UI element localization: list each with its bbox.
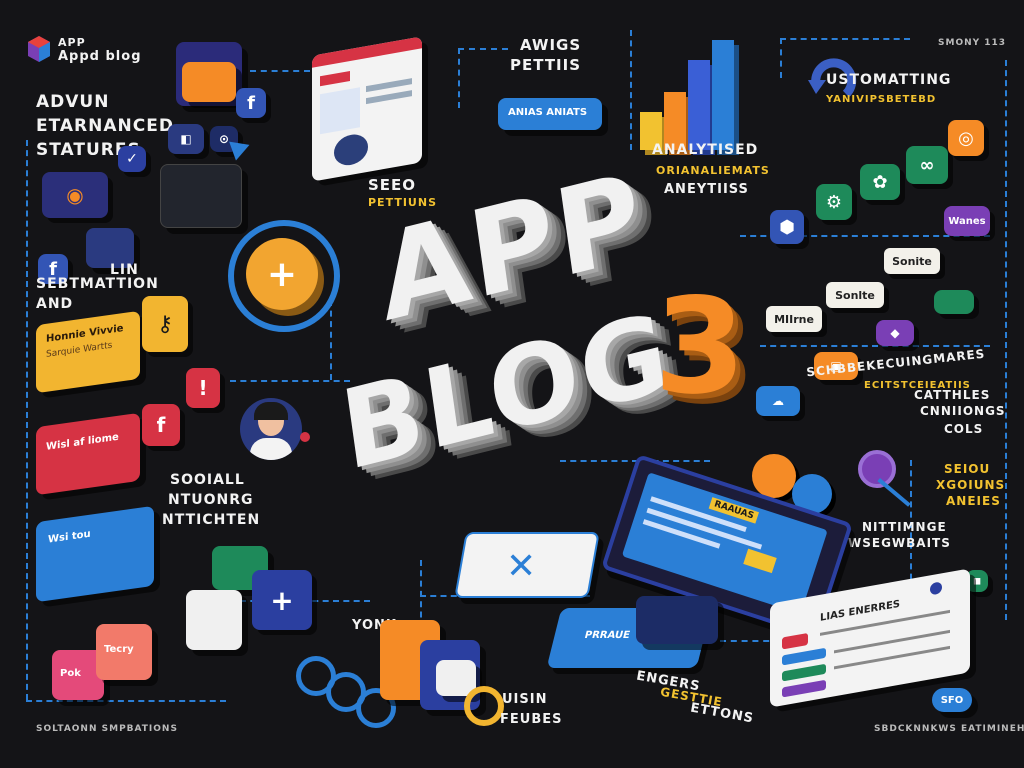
analy-sub2-label: ANEYTIISS <box>664 182 749 197</box>
ring-icon <box>464 686 504 726</box>
seeo-label: SEEO <box>368 176 417 194</box>
wallet-back <box>636 596 718 644</box>
bottom-left-caption: SOLTAONN SMPBATIONS <box>36 724 178 734</box>
pointer-icon <box>229 135 253 161</box>
seiou-sub-label: XGOIUNS <box>936 478 1006 492</box>
connector-line <box>630 30 632 150</box>
nitt-label: NITTIMNGE <box>862 520 947 534</box>
seiou-label: SEIOU <box>944 462 991 476</box>
capth-label: CATTHLES <box>914 388 991 402</box>
awigs-label: AWIGS <box>520 36 582 54</box>
social-sub2-label: NTTICHTEN <box>162 512 261 528</box>
red-post-card[interactable]: Wisl af liome <box>36 412 140 496</box>
social-label: SOOIALL <box>170 472 245 488</box>
dark-screen-panel <box>160 164 242 228</box>
chip-1[interactable]: MIIrne <box>766 306 822 332</box>
orange-card-face[interactable] <box>182 62 236 102</box>
orange-tile-icon[interactable]: ◎ <box>948 120 984 156</box>
camera-icon[interactable]: ✿ <box>860 164 900 200</box>
small-panel-icon[interactable]: ◧ <box>168 124 204 154</box>
awigs-tab-label: ANIAS ANIATS <box>508 107 588 118</box>
hero-digit: 3 <box>654 270 746 424</box>
sfo-badge[interactable]: SFO <box>932 688 972 712</box>
gear-icon[interactable]: ⚙ <box>816 184 852 220</box>
analy-sub-label: ORIANALIEMATS <box>656 164 770 177</box>
pink-tag-right[interactable]: Tecry <box>96 624 152 680</box>
analy-label: ANALYTISED <box>652 142 759 158</box>
brand-logo-icon <box>28 36 50 62</box>
notification-dot <box>300 432 310 442</box>
usin-sub-label: FEUBES <box>500 712 563 727</box>
brand-subtitle: Appd blog <box>58 49 142 64</box>
blue-card-title: Wsi tou <box>48 528 91 546</box>
purple-chip[interactable]: Wanes <box>944 206 990 236</box>
top-right-tag: SMONY 113 <box>938 38 1007 48</box>
nitt-sub-label: WSEGWBAITS <box>848 536 951 550</box>
feature-heading-line1: ADVUN <box>36 92 110 112</box>
chip-3[interactable]: Sonite <box>884 248 940 274</box>
usin-label: UISIN <box>502 692 548 707</box>
browser-window[interactable] <box>312 36 422 182</box>
social-sub-label: NTUONRG <box>168 492 254 508</box>
user-icon[interactable]: ◉ <box>42 172 108 218</box>
pink-right-label: Tecry <box>104 644 134 655</box>
link-icon[interactable]: ∞ <box>906 146 948 184</box>
connector-line <box>1005 60 1007 620</box>
cloud-icon[interactable]: ☁ <box>756 386 800 416</box>
green-block <box>934 290 974 314</box>
ustom-sub-label: YANIVIPSBETEBD <box>826 94 937 105</box>
chip-2[interactable]: Sonlte <box>826 282 884 308</box>
red-card-title: Wisl af liome <box>46 431 119 453</box>
blue-post-card[interactable]: Wsi tou <box>36 505 154 603</box>
connector-line <box>250 70 310 72</box>
connector-line <box>458 48 460 108</box>
facebook-icon[interactable]: f <box>236 88 266 118</box>
key-hole-icon[interactable]: ⚷ <box>142 296 188 352</box>
connector-line <box>780 38 782 78</box>
awigs-tab-button[interactable]: ANIAS ANIATS <box>498 98 602 130</box>
key-shaft <box>877 478 911 507</box>
brand-title: APP <box>58 36 86 49</box>
wallet-label: PRRAUE <box>583 630 632 641</box>
ustom-label: USTOMATTING <box>826 72 952 88</box>
avatar[interactable] <box>240 398 302 460</box>
shield-icon[interactable]: ⬢ <box>770 210 804 244</box>
and-label: AND <box>36 296 74 312</box>
plus-icon[interactable]: + <box>252 570 312 630</box>
pettiis-label: PETTIIS <box>510 56 582 74</box>
bar-chart-icon <box>640 30 760 150</box>
connector-line <box>26 700 226 702</box>
purple-block: ◆ <box>876 320 914 346</box>
connector-line <box>26 140 28 700</box>
capth-sub-label: CNNIIONGS <box>920 404 1006 418</box>
gear-icon <box>752 454 796 498</box>
play-icon[interactable]: ✓ <box>118 146 146 172</box>
connector-line <box>230 380 350 382</box>
plus-icon[interactable]: + <box>246 238 318 310</box>
connector-line <box>458 48 508 50</box>
feature-heading-line2: ETARNANCED <box>36 116 174 136</box>
connector-line <box>760 345 990 347</box>
bottom-right-caption: SBDCKNNKWS EATIMINEH <box>874 724 1024 734</box>
alert-icon[interactable]: ! <box>186 368 220 408</box>
connector-line <box>330 300 332 380</box>
app-x-icon: ✕ <box>506 546 537 587</box>
facebook-icon[interactable]: f <box>142 404 180 446</box>
yellow-post-card[interactable]: Honnie Vivvie Sarquie Wartts <box>36 310 140 394</box>
capth-sub2-label: COLS <box>944 422 984 436</box>
connector-line <box>780 38 910 40</box>
sebtmattion-label: SEBTMATTION <box>36 276 159 292</box>
key-icon <box>858 450 896 488</box>
seiou-sub2-label: ANEIES <box>946 494 1001 508</box>
white-block <box>186 590 242 650</box>
pink-left-label: Pok <box>60 668 81 679</box>
